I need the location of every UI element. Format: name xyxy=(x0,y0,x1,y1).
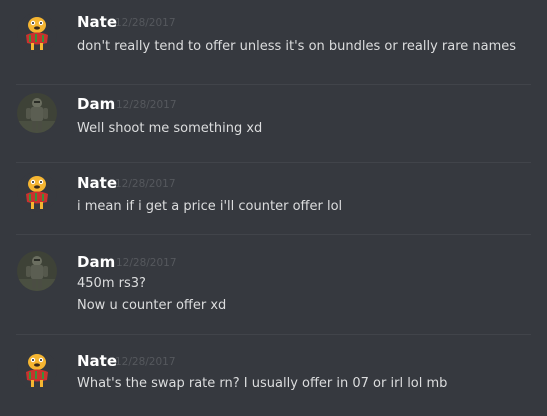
message-timestamp: 12/28/2017 xyxy=(116,257,177,269)
message-author[interactable]: Nate xyxy=(77,13,117,31)
message-author[interactable]: Dam xyxy=(77,95,115,113)
message-group: Nate 12/28/2017 i mean if i get a price … xyxy=(0,163,547,235)
jake-the-dog-avatar-icon[interactable] xyxy=(17,172,57,212)
message-text: What's the swap rate rn? I usually offer… xyxy=(77,376,448,391)
message-group: Dam 12/28/2017 450m rs3? Now u counter o… xyxy=(0,235,547,335)
message-text: Well shoot me something xd xyxy=(77,121,263,136)
message-timestamp: 12/28/2017 xyxy=(115,178,176,190)
message-author[interactable]: Nate xyxy=(77,352,117,370)
message-text: i mean if i get a price i'll counter off… xyxy=(77,199,343,214)
message-text: don't really tend to offer unless it's o… xyxy=(77,39,517,54)
message-list: Nate 12/28/2017 don't really tend to off… xyxy=(0,0,547,416)
jake-the-dog-avatar-icon[interactable] xyxy=(17,350,57,390)
message-timestamp: 12/28/2017 xyxy=(115,356,176,368)
message-timestamp: 12/28/2017 xyxy=(116,99,177,111)
message-text: Now u counter offer xd xyxy=(77,298,227,313)
armored-character-avatar-icon[interactable] xyxy=(17,251,57,291)
jake-the-dog-avatar-icon[interactable] xyxy=(17,13,57,53)
message-group: Nate 12/28/2017 What's the swap rate rn?… xyxy=(0,335,547,416)
message-timestamp: 12/28/2017 xyxy=(115,17,176,29)
message-author[interactable]: Dam xyxy=(77,253,115,271)
message-text: 450m rs3? xyxy=(77,276,146,291)
message-group: Nate 12/28/2017 don't really tend to off… xyxy=(0,0,547,85)
message-author[interactable]: Nate xyxy=(77,174,117,192)
armored-character-avatar-icon[interactable] xyxy=(17,93,57,133)
message-group: Dam 12/28/2017 Well shoot me something x… xyxy=(0,85,547,163)
